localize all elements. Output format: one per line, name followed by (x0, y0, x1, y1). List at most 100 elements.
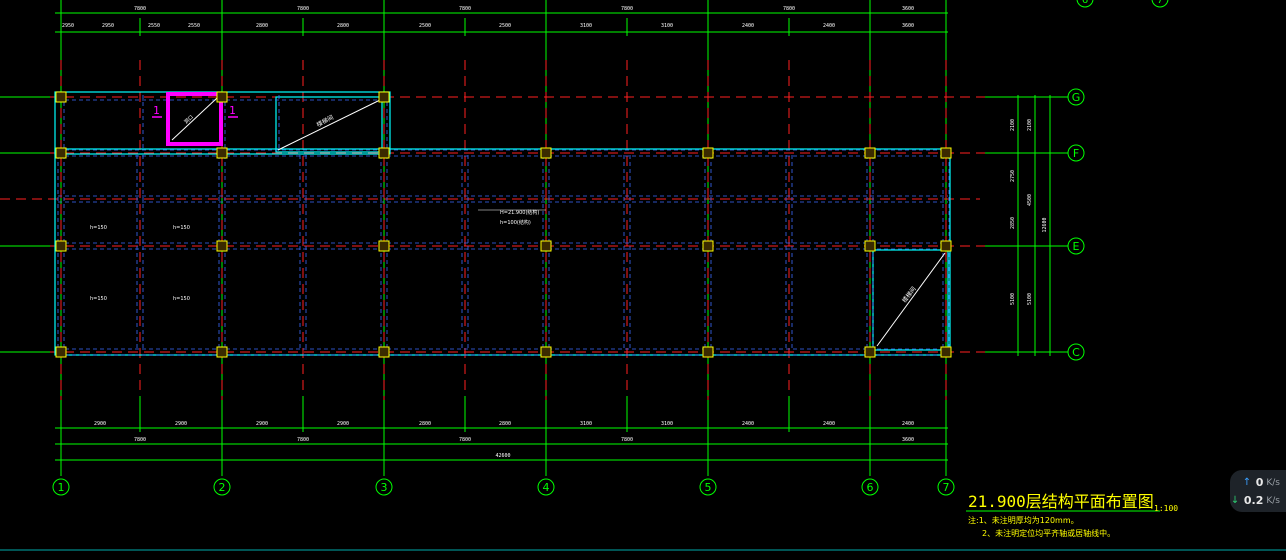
dimension-text: 4500 (1027, 194, 1033, 206)
elevation-note-2: h=100(结构) (500, 219, 531, 226)
dimension-text: 7800 (783, 6, 795, 12)
title-block: 21.900层结构平面布置图 1:100 注:1、未注明厚均为120mm。 2、… (966, 492, 1178, 538)
dimension-text: 2950 (62, 23, 74, 29)
axis-bubble-label: 5 (705, 481, 712, 494)
note-line-1: 注:1、未注明厚均为120mm。 (968, 515, 1079, 525)
column (216, 240, 228, 252)
dimension-texts: 7800 7800 7800 7800 7800 3600 2950 2950 2550 2550… (62, 6, 1048, 459)
column (540, 147, 552, 159)
upload-unit: K/s (1266, 477, 1280, 488)
column (216, 346, 228, 358)
column (940, 346, 952, 358)
dimension-text: 42600 (495, 453, 510, 459)
column (378, 147, 390, 159)
dimension-text: 2400 (823, 23, 835, 29)
dimension-text: 2900 (94, 421, 106, 427)
upload-value: 0 (1255, 476, 1264, 489)
dimension-text: 3600 (902, 437, 914, 443)
dimension-text: 3100 (580, 421, 592, 427)
axis-bubble-label: 6 (867, 481, 874, 494)
column (864, 240, 876, 252)
dimension-text: 2400 (902, 421, 914, 427)
axis-bubble-label: 7 (1157, 0, 1163, 6)
drawing-title: 21.900层结构平面布置图 (968, 492, 1154, 511)
dimension-text: 2100 (1010, 119, 1016, 131)
dimension-text: 2500 (499, 23, 511, 29)
axis-bubble-label: 4 (543, 481, 550, 494)
column (864, 147, 876, 159)
network-speed-widget[interactable]: ↑ 0 K/s ↓ 0.2 K/s (1230, 470, 1286, 512)
note-line-2: 2、未注明定位均平齐轴或居轴线中。 (982, 528, 1115, 538)
slab-label: h=150 (90, 225, 107, 231)
column (55, 91, 67, 103)
row-axis-lines (0, 96, 1070, 353)
cad-drawing-canvas[interactable]: 1 2 3 4 5 6 7 G F E C 6 7 7800 7800 7800 7800 7800 3600 29… (0, 0, 1286, 560)
elevation-note-1: H=21.900(结构) (500, 209, 539, 216)
dimension-text: 3600 (902, 6, 914, 12)
dimension-text: 2400 (823, 421, 835, 427)
stair-diagonals (277, 99, 946, 347)
dimension-text: 2800 (499, 421, 511, 427)
slab-label: h=150 (90, 296, 107, 302)
dimension-text: 2100 (1027, 119, 1033, 131)
slab-label: h=150 (173, 296, 190, 302)
dimension-text: 2900 (337, 421, 349, 427)
dimension-text: 7800 (621, 437, 633, 443)
column (540, 240, 552, 252)
dimension-text: 7800 (459, 6, 471, 12)
column (55, 147, 67, 159)
column (940, 147, 952, 159)
column (540, 346, 552, 358)
column (378, 91, 390, 103)
column (940, 240, 952, 252)
axis-bubble-label: 1 (58, 481, 65, 494)
dimension-text: 2900 (175, 421, 187, 427)
dimension-text: 2500 (419, 23, 431, 29)
column (702, 240, 714, 252)
dimension-text: 2550 (148, 23, 160, 29)
column (864, 346, 876, 358)
dimension-text: 2800 (337, 23, 349, 29)
column (702, 346, 714, 358)
axis-bubble-label: F (1073, 147, 1079, 160)
drawing-scale: 1:100 (1154, 504, 1178, 513)
dimension-text: 3100 (661, 23, 673, 29)
dimension-text: 2750 (1010, 170, 1016, 182)
upload-speed: ↑ 0 K/s (1243, 476, 1280, 489)
dimension-text: 7800 (621, 6, 633, 12)
section-mark-left: 1 (153, 104, 160, 117)
download-arrow-icon: ↓ (1230, 495, 1240, 506)
axis-bubble-label: 3 (381, 481, 388, 494)
column (378, 240, 390, 252)
column-axis-lines (60, 0, 947, 476)
dimension-text: 3600 (902, 23, 914, 29)
dimension-text: 2800 (419, 421, 431, 427)
dimension-text: 7800 (297, 6, 309, 12)
column (702, 147, 714, 159)
axis-bubble-label: E (1073, 240, 1080, 253)
download-unit: K/s (1266, 495, 1280, 506)
dimension-text: 7800 (134, 437, 146, 443)
download-value: 0.2 (1243, 494, 1264, 507)
upload-arrow-icon: ↑ (1242, 477, 1252, 488)
axis-bubble-label: 7 (943, 481, 950, 494)
dimension-text: 7800 (459, 437, 471, 443)
column (216, 147, 228, 159)
void-label: 洞口 (183, 114, 195, 126)
column (55, 240, 67, 252)
axis-bubble-label: C (1072, 346, 1080, 359)
dimension-text: 2850 (1010, 217, 1016, 229)
elevation-note: H=21.900(结构) h=100(结构) (478, 209, 546, 226)
dimension-text: 5100 (1027, 293, 1033, 305)
dimension-text: 2550 (188, 23, 200, 29)
dimension-text: 2400 (742, 421, 754, 427)
column (55, 346, 67, 358)
section-mark-right: 1 (229, 104, 236, 117)
dimension-text: 2950 (102, 23, 114, 29)
axis-bubble-label: 6 (1082, 0, 1088, 6)
dimension-text: 2900 (256, 421, 268, 427)
dimension-text: 12600 (1042, 217, 1048, 232)
column (216, 91, 228, 103)
dimension-text: 7800 (297, 437, 309, 443)
dimension-text: 2800 (256, 23, 268, 29)
